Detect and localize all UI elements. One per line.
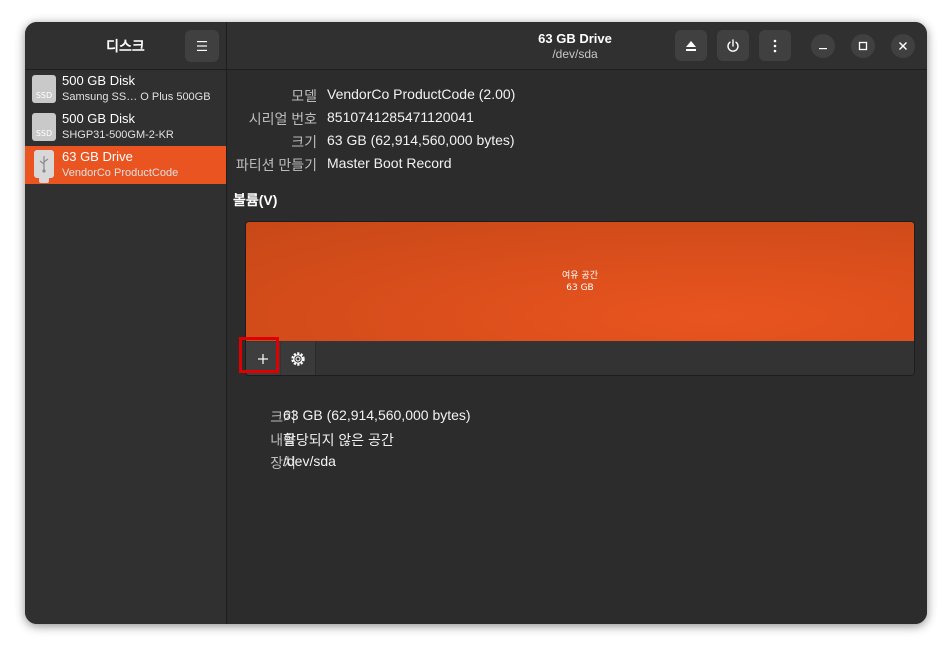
- disk-model: VendorCo ProductCode: [62, 167, 179, 179]
- usb-drive-icon: [34, 150, 54, 183]
- disk-item-usb-drive[interactable]: 63 GB Drive VendorCo ProductCode: [25, 146, 226, 184]
- volume-toolbar: [246, 342, 914, 375]
- gear-icon: [291, 351, 305, 366]
- disk-list: SSD 500 GB Disk Samsung SS… O Plus 500GB…: [25, 70, 226, 184]
- disk-name: 500 GB Disk: [62, 111, 135, 126]
- disks-window: 디스크 SSD 500 GB Disk Samsung SS… O Plus 5…: [25, 22, 927, 624]
- window-subtitle: /dev/sda: [552, 47, 598, 61]
- ssd-disk-icon: SSD: [32, 113, 56, 141]
- highlight-box: [239, 337, 279, 373]
- size-label: 크기: [291, 134, 317, 150]
- window-title: 63 GB Drive: [538, 31, 612, 46]
- partitioning-label: 파티션 만들기: [235, 157, 317, 173]
- power-icon: [727, 38, 739, 52]
- sidebar-header: 디스크: [25, 22, 226, 70]
- main-menu-button[interactable]: [185, 30, 219, 62]
- volumes-heading: 볼륨(V): [233, 192, 278, 208]
- kebab-menu-icon: [773, 39, 777, 52]
- eject-icon: [686, 40, 696, 51]
- disk-model: Samsung SS… O Plus 500GB: [62, 91, 211, 103]
- partition-name: 여유 공간: [562, 271, 598, 281]
- ssd-disk-icon: SSD: [32, 75, 56, 103]
- minimize-icon: [819, 48, 827, 50]
- volume-map: 여유 공간 63 GB: [245, 221, 915, 376]
- close-button[interactable]: [891, 34, 915, 58]
- free-space-partition[interactable]: 여유 공간 63 GB: [246, 222, 914, 341]
- disk-item-samsung[interactable]: SSD 500 GB Disk Samsung SS… O Plus 500GB: [25, 70, 226, 108]
- drive-details: 모델 VendorCo ProductCode (2.00) 시리얼 번호 85…: [227, 70, 927, 624]
- partition-size: 63 GB: [566, 283, 594, 293]
- hamburger-menu-icon: [197, 41, 207, 51]
- serial-label: 시리얼 번호: [248, 111, 317, 127]
- maximize-icon: [858, 41, 868, 51]
- disk-name: 500 GB Disk: [62, 73, 135, 88]
- volume-device-value: /dev/sda: [283, 453, 336, 469]
- disk-model: SHGP31-500GM-2-KR: [62, 129, 174, 141]
- partitioning-value: Master Boot Record: [327, 155, 452, 171]
- volume-size-value: 63 GB (62,914,560,000 bytes): [283, 407, 471, 423]
- maximize-button[interactable]: [851, 34, 875, 58]
- size-value: 63 GB (62,914,560,000 bytes): [327, 132, 515, 148]
- close-icon: [899, 42, 907, 50]
- header-bar: 63 GB Drive /dev/sda: [227, 22, 927, 70]
- power-off-button[interactable]: [717, 30, 749, 61]
- volume-contents-value: 할당되지 않은 공간: [283, 432, 394, 448]
- model-label: 모델: [291, 88, 317, 104]
- minimize-button[interactable]: [811, 34, 835, 58]
- partition-options-button[interactable]: [281, 342, 316, 375]
- serial-value: 8510741285471120041: [327, 109, 474, 125]
- disk-item-shgp31[interactable]: SSD 500 GB Disk SHGP31-500GM-2-KR: [25, 108, 226, 146]
- drive-options-button[interactable]: [759, 30, 791, 61]
- disk-name: 63 GB Drive: [62, 149, 133, 164]
- model-value: VendorCo ProductCode (2.00): [327, 86, 516, 102]
- sidebar: 디스크 SSD 500 GB Disk Samsung SS… O Plus 5…: [25, 22, 227, 624]
- eject-button[interactable]: [675, 30, 707, 61]
